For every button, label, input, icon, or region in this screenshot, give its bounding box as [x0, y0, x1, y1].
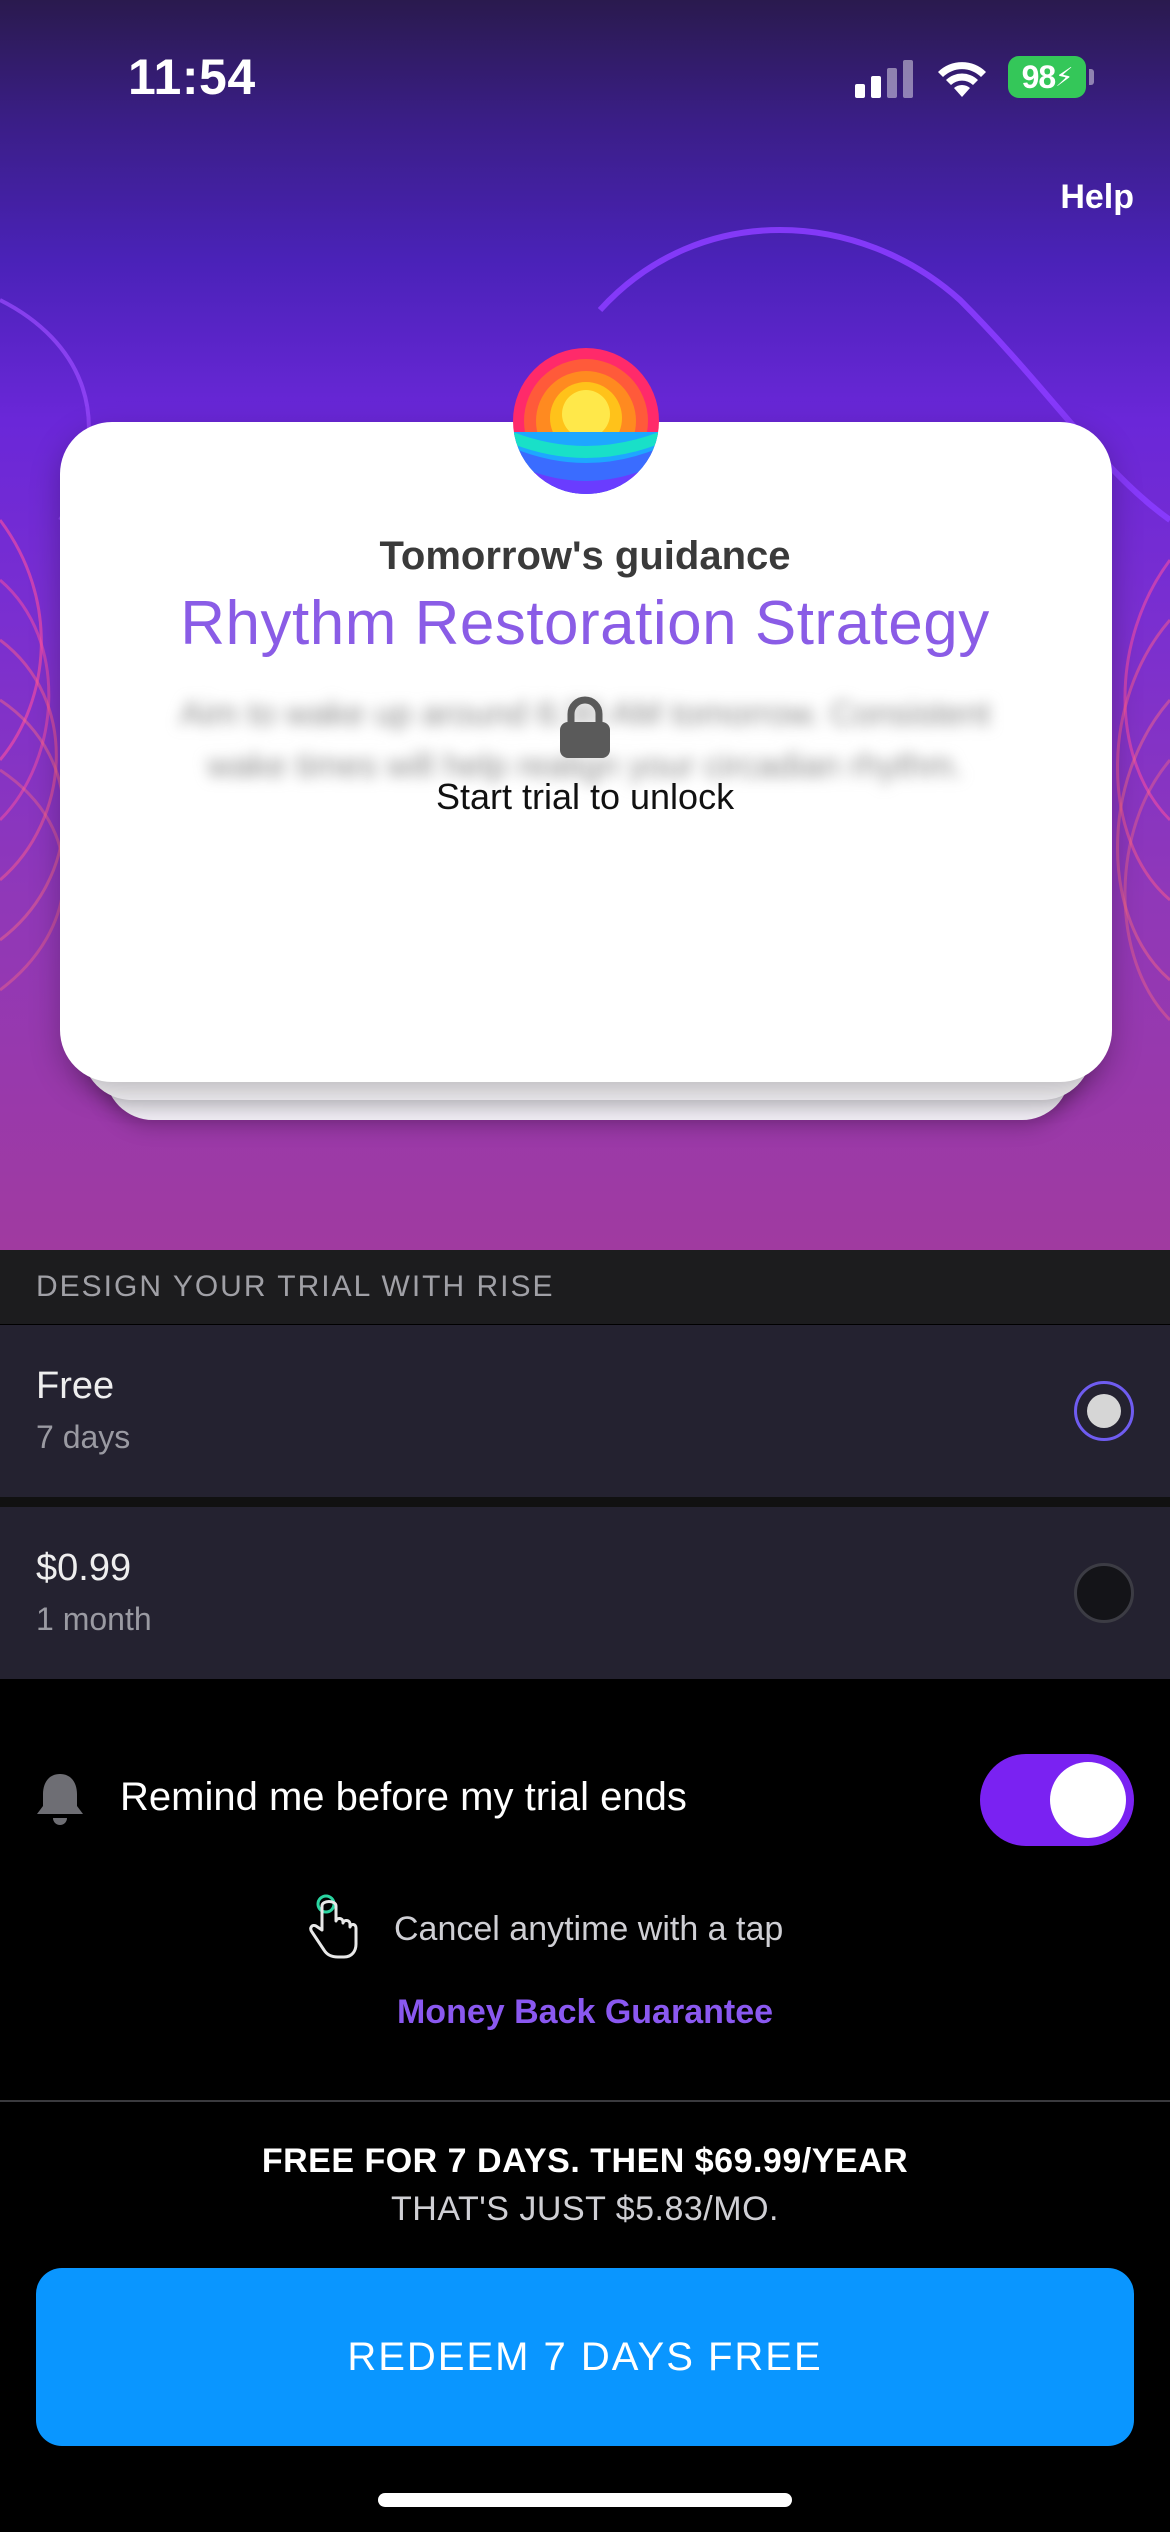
- footer-divider: [0, 2100, 1170, 2102]
- signal-icon: [855, 60, 913, 98]
- option-duration: 7 days: [36, 1419, 131, 1455]
- card-subtitle: Tomorrow's guidance: [379, 534, 791, 578]
- trial-option-paid[interactable]: $0.99 1 month: [0, 1507, 1170, 1679]
- status-bar: 11:54 98 ⚡: [0, 0, 1170, 150]
- charging-bolt-icon: ⚡: [1055, 61, 1073, 92]
- redeem-button[interactable]: REDEEM 7 DAYS FREE: [36, 2268, 1134, 2446]
- home-indicator[interactable]: [378, 2493, 792, 2507]
- trial-section-header: DESIGN YOUR TRIAL WITH RISE: [0, 1250, 1170, 1324]
- remind-toggle[interactable]: [980, 1754, 1134, 1846]
- trial-option-free[interactable]: Free 7 days: [0, 1325, 1170, 1497]
- battery-icon: 98 ⚡: [1008, 56, 1086, 98]
- option-title: Free: [36, 1365, 115, 1407]
- wifi-icon: [938, 62, 986, 97]
- option-title: $0.99: [36, 1547, 132, 1589]
- status-time: 11:54: [128, 49, 256, 105]
- sun-logo-icon: [513, 348, 659, 494]
- cancel-anytime-text: Cancel anytime with a tap: [394, 1910, 784, 1948]
- lock-icon: [560, 696, 610, 758]
- help-link[interactable]: Help: [1060, 178, 1134, 217]
- option-duration: 1 month: [36, 1601, 152, 1637]
- radio-unselected[interactable]: [1074, 1563, 1134, 1623]
- battery-level: 98: [1021, 58, 1057, 95]
- bell-icon: [37, 1774, 83, 1825]
- tap-hand-icon: [309, 1894, 358, 1959]
- money-back-link[interactable]: Money Back Guarantee: [0, 1993, 1170, 2032]
- option-divider: [0, 1497, 1170, 1507]
- unlock-label[interactable]: Start trial to unlock: [0, 776, 1170, 818]
- price-monthly: THAT'S JUST $5.83/MO.: [391, 2190, 779, 2228]
- price-summary: FREE FOR 7 DAYS. THEN $69.99/YEAR: [261, 2142, 909, 2180]
- card-title: Rhythm Restoration Strategy: [180, 589, 990, 658]
- remind-label: Remind me before my trial ends: [120, 1775, 687, 1819]
- radio-selected[interactable]: [1074, 1381, 1134, 1441]
- battery-tip: [1089, 69, 1094, 85]
